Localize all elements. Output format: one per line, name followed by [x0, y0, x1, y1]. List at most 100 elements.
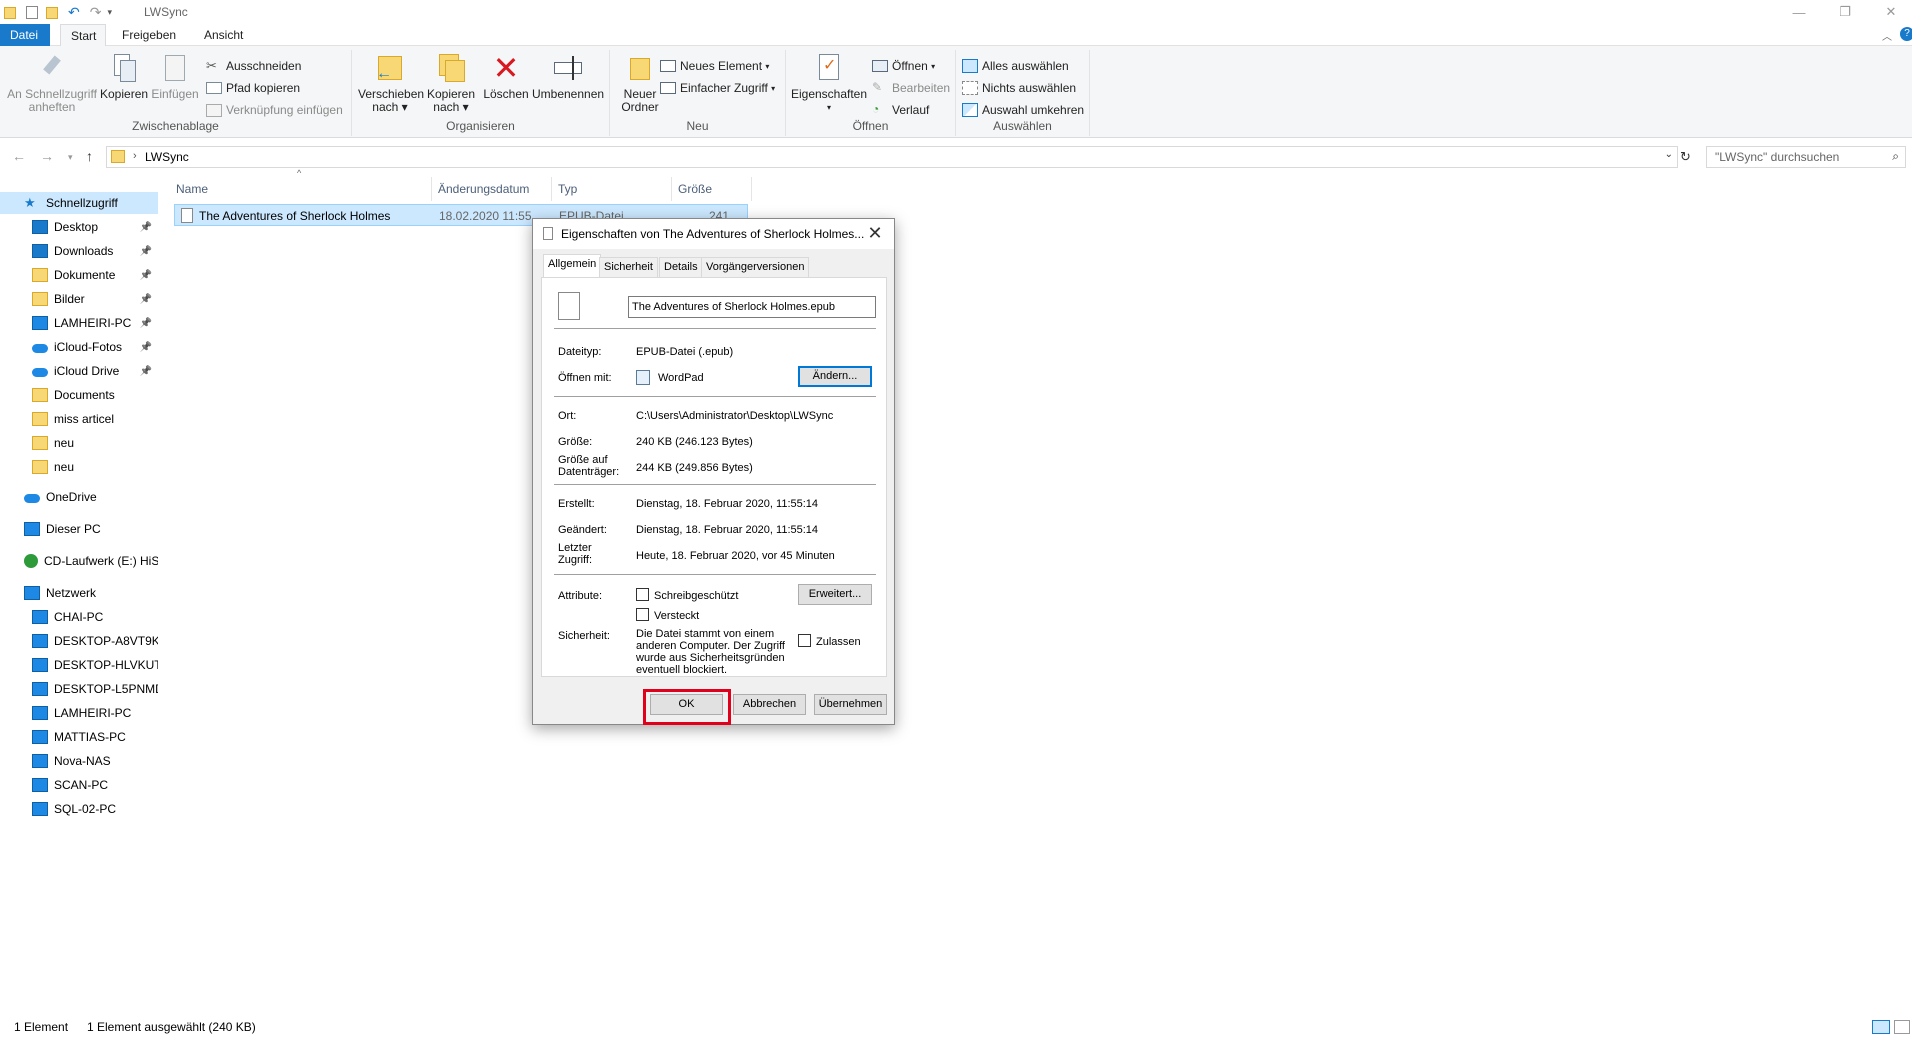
nav-item-neu-1[interactable]: neu: [0, 432, 158, 454]
copy-to-icon: [435, 52, 467, 84]
nav-label: Bilder: [54, 292, 85, 306]
edit-button[interactable]: ✎ Bearbeiten: [872, 78, 950, 98]
search-input[interactable]: "LWSync" durchsuchen ⌕: [1706, 146, 1906, 168]
select-none-button[interactable]: Nichts auswählen: [962, 78, 1076, 98]
nav-network[interactable]: Netzwerk: [0, 582, 158, 604]
copy-to-button[interactable]: Kopieren nach ▾: [424, 52, 478, 114]
refresh-icon[interactable]: ↻: [1680, 149, 1691, 165]
undo-icon[interactable]: ↶: [68, 4, 80, 21]
nav-item-icloud-drive[interactable]: iCloud Drive 📌: [0, 360, 158, 382]
nav-label: Documents: [54, 388, 115, 402]
help-icon[interactable]: ?: [1900, 27, 1912, 41]
nav-item-lamheiri-pc[interactable]: LAMHEIRI-PC 📌: [0, 312, 158, 334]
properties-qa-icon[interactable]: [26, 6, 38, 19]
nav-network-item[interactable]: CHAI-PC: [0, 606, 158, 628]
details-view-icon[interactable]: [1872, 1020, 1890, 1034]
nav-this-pc[interactable]: Dieser PC: [0, 518, 158, 540]
history-button[interactable]: ◔ Verlauf: [872, 100, 929, 120]
address-dropdown-icon[interactable]: ⌄: [1665, 149, 1673, 160]
close-window-button[interactable]: ✕: [1868, 0, 1912, 24]
nav-network-item[interactable]: Nova-NAS: [0, 750, 158, 772]
easy-access-button[interactable]: Einfacher Zugriff ▾: [660, 78, 775, 98]
nav-item-dokumente[interactable]: Dokumente 📌: [0, 264, 158, 286]
copy-path-button[interactable]: Pfad kopieren: [206, 78, 300, 98]
nav-label: miss articel: [54, 412, 115, 426]
tab-vorgaengerversionen[interactable]: Vorgängerversionen: [701, 257, 810, 277]
copy-button[interactable]: Kopieren: [100, 52, 148, 101]
properties-button[interactable]: ✓ Eigenschaften ▾: [790, 52, 868, 114]
rename-button[interactable]: Umbenennen: [532, 52, 604, 101]
select-all-button[interactable]: Alles auswählen: [962, 56, 1069, 76]
nav-network-item[interactable]: LAMHEIRI-PC: [0, 702, 158, 724]
breadcrumb-separator-icon: ›: [133, 150, 137, 162]
new-folder-button[interactable]: Neuer Ordner: [616, 52, 664, 114]
cut-button[interactable]: ✂ Ausschneiden: [206, 56, 301, 76]
nav-item-bilder[interactable]: Bilder 📌: [0, 288, 158, 310]
column-header-size[interactable]: Größe: [672, 177, 752, 201]
tab-sicherheit[interactable]: Sicherheit: [599, 257, 658, 277]
breadcrumb-lwsync[interactable]: LWSync: [145, 150, 189, 164]
readonly-checkbox[interactable]: [636, 588, 649, 601]
nav-network-item[interactable]: DESKTOP-L5PNMDC: [0, 678, 158, 700]
folder-icon: [32, 244, 48, 258]
tab-datei[interactable]: Datei: [0, 24, 50, 46]
move-to-button[interactable]: ← Verschieben nach ▾: [358, 52, 424, 114]
dialog-close-button[interactable]: ✕: [862, 222, 888, 246]
paste-shortcut-button[interactable]: Verknüpfung einfügen: [206, 100, 343, 120]
pin-quick-access-button[interactable]: An Schnellzugriff anheften: [4, 52, 100, 114]
copy-path-label: Pfad kopieren: [226, 81, 301, 95]
customize-qa-icon[interactable]: ▾: [107, 7, 112, 18]
tab-details[interactable]: Details: [659, 257, 703, 277]
accessed-value: Heute, 18. Februar 2020, vor 45 Minuten: [636, 550, 835, 562]
forward-icon[interactable]: →: [40, 148, 54, 164]
paste-shortcut-label: Verknüpfung einfügen: [226, 103, 343, 117]
nav-quick-access[interactable]: ★ Schnellzugriff: [0, 192, 158, 214]
open-button[interactable]: Öffnen ▾: [872, 56, 935, 76]
folder-icon: [32, 412, 48, 426]
new-item-button[interactable]: Neues Element ▾: [660, 56, 769, 76]
nav-network-item[interactable]: DESKTOP-A8VT9K9: [0, 630, 158, 652]
nav-item-desktop[interactable]: Desktop 📌: [0, 216, 158, 238]
tab-allgemein[interactable]: Allgemein: [543, 254, 602, 278]
advanced-button[interactable]: Erweitert...: [798, 584, 872, 605]
large-icons-view-icon[interactable]: [1894, 1020, 1910, 1034]
nav-item-miss-articel[interactable]: miss articel: [0, 408, 158, 430]
cancel-button[interactable]: Abbrechen: [733, 694, 806, 715]
restore-button[interactable]: ❐: [1822, 0, 1868, 24]
nav-item-documents[interactable]: Documents: [0, 384, 158, 406]
nav-network-item[interactable]: SCAN-PC: [0, 774, 158, 796]
column-header-type[interactable]: Typ: [552, 177, 672, 201]
address-bar[interactable]: › LWSync ⌄: [106, 146, 1678, 168]
redo-icon[interactable]: ↷: [90, 4, 102, 21]
hidden-checkbox[interactable]: [636, 608, 649, 621]
invert-selection-button[interactable]: Auswahl umkehren: [962, 100, 1084, 120]
new-folder-qa-icon[interactable]: [46, 6, 58, 19]
nav-onedrive[interactable]: OneDrive: [0, 486, 158, 508]
created-label: Erstellt:: [558, 498, 595, 510]
tab-freigeben[interactable]: Freigeben: [112, 24, 186, 46]
nav-network-item[interactable]: DESKTOP-HLVKUTD: [0, 654, 158, 676]
attributes-label: Attribute:: [558, 590, 603, 602]
change-button[interactable]: Ändern...: [798, 366, 872, 387]
up-icon[interactable]: ↑: [86, 148, 93, 164]
paste-button[interactable]: Einfügen: [150, 52, 200, 101]
nav-item-neu-2[interactable]: neu: [0, 456, 158, 478]
recent-locations-icon[interactable]: ▾: [68, 152, 73, 163]
column-header-name[interactable]: Name: [170, 177, 432, 201]
apply-button[interactable]: Übernehmen: [814, 694, 887, 715]
collapse-ribbon-icon[interactable]: ︿: [1882, 28, 1892, 43]
back-icon[interactable]: ←: [12, 148, 26, 164]
nav-network-item[interactable]: MATTIAS-PC: [0, 726, 158, 748]
filename-input[interactable]: The Adventures of Sherlock Holmes.epub: [628, 296, 876, 318]
nav-cd-drive[interactable]: CD-Laufwerk (E:) HiS: [0, 550, 158, 572]
delete-button[interactable]: ✕ Löschen: [482, 52, 530, 101]
minimize-button[interactable]: —: [1776, 0, 1822, 24]
column-header-date[interactable]: Änderungsdatum: [432, 177, 552, 201]
modified-label: Geändert:: [558, 524, 607, 536]
nav-item-icloud-fotos[interactable]: iCloud-Fotos 📌: [0, 336, 158, 358]
tab-start[interactable]: Start: [60, 24, 106, 47]
nav-network-item[interactable]: SQL-02-PC: [0, 798, 158, 820]
unblock-checkbox[interactable]: [798, 634, 811, 647]
tab-ansicht[interactable]: Ansicht: [194, 24, 253, 46]
nav-item-downloads[interactable]: Downloads 📌: [0, 240, 158, 262]
